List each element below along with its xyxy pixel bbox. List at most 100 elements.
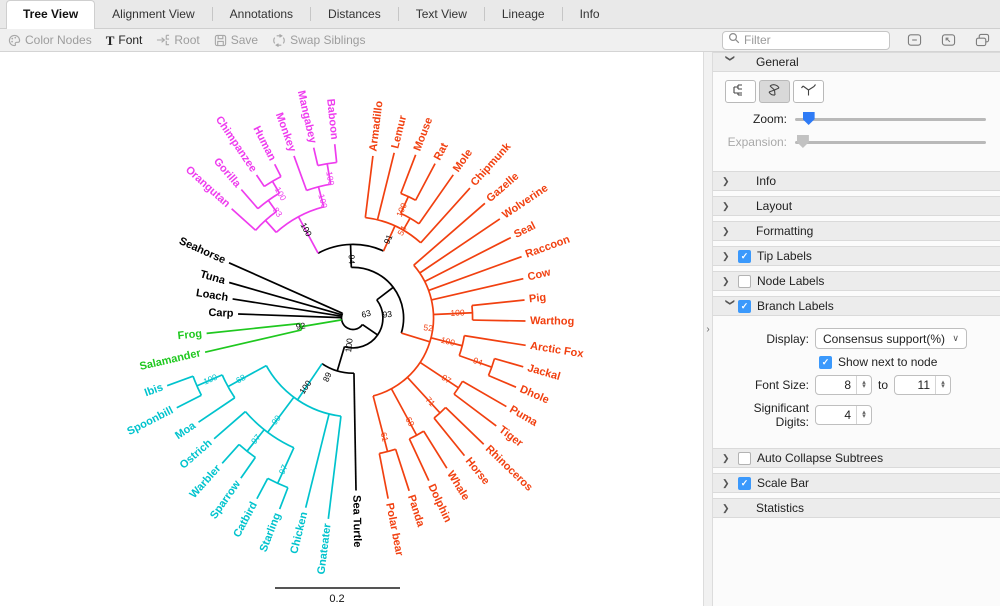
toolbar: Color Nodes T Font Root Save Swap Siblin… [0, 29, 1000, 52]
svg-text:63: 63 [360, 308, 372, 320]
step-down-icon[interactable]: ▾ [862, 383, 866, 390]
section-header-tip-labels[interactable]: ❯ ✓ Tip Labels [713, 246, 1000, 266]
svg-text:Sea Turtle: Sea Turtle [350, 495, 363, 548]
panel-collapse-handle[interactable]: › [703, 52, 713, 606]
auto-collapse-checkbox[interactable] [738, 451, 751, 465]
phylogenetic-tree[interactable]: Seahorse TunaLoach Carp Frog Salamander 92 Ibi… [0, 52, 703, 606]
svg-text:Seal: Seal [512, 220, 538, 241]
color-nodes-button[interactable]: Color Nodes [8, 33, 92, 47]
svg-text:Rat: Rat [432, 141, 451, 163]
font-size-max-spinner[interactable]: 11 ▴ ▾ [894, 375, 952, 395]
swap-siblings-button[interactable]: Swap Siblings [272, 33, 365, 47]
filter-box [722, 30, 890, 50]
show-next-to-node-checkbox[interactable]: ✓ [819, 355, 832, 369]
section-header-info[interactable]: ❯ Info [713, 171, 1000, 191]
tab-annotations[interactable]: Annotations [213, 0, 310, 28]
svg-text:92: 92 [295, 320, 306, 331]
scale-bar-checkbox[interactable]: ✓ [738, 476, 751, 490]
chevron-right-icon: ❯ [722, 200, 730, 211]
layout-rectangular-button[interactable] [725, 80, 756, 103]
svg-text:Chicken: Chicken [288, 510, 310, 555]
chevron-right-icon: ❯ [722, 250, 730, 261]
svg-text:Ibis: Ibis [143, 381, 165, 399]
svg-text:61: 61 [379, 431, 391, 443]
tab-lineage[interactable]: Lineage [485, 0, 562, 28]
section-header-general[interactable]: ❯ General [713, 52, 1000, 72]
popout-window-button[interactable] [938, 31, 958, 49]
svg-text:Mole: Mole [451, 147, 475, 174]
section-header-branch-labels[interactable]: ❯ ✓ Branch Labels [713, 296, 1000, 316]
step-down-icon[interactable]: ▾ [862, 413, 866, 420]
chevron-down-icon: ❯ [725, 298, 736, 306]
section-header-statistics[interactable]: ❯ Statistics [713, 498, 1000, 518]
zoom-slider[interactable] [795, 112, 986, 126]
settings-panel: ❯ General Zoom: Expansion: ❯ Info ❯ Layo… [713, 52, 1000, 606]
save-icon [214, 34, 227, 47]
stepper-buttons[interactable]: ▴ ▾ [935, 376, 950, 394]
zoom-slider-thumb[interactable] [802, 112, 815, 125]
node-labels-checkbox[interactable] [738, 274, 751, 288]
step-down-icon[interactable]: ▾ [941, 383, 945, 390]
svg-text:100: 100 [440, 335, 456, 348]
svg-text:52: 52 [423, 322, 434, 333]
duplicate-window-button[interactable] [972, 31, 992, 49]
svg-text:100: 100 [202, 372, 219, 387]
section-label: Statistics [756, 501, 805, 515]
layout-circular-button[interactable] [759, 80, 790, 103]
svg-text:Pig: Pig [528, 292, 546, 306]
layout-radial-button[interactable] [793, 80, 824, 103]
expansion-slider-thumb [796, 135, 809, 148]
svg-text:Armadillo: Armadillo [367, 100, 385, 152]
root-button[interactable]: Root [156, 33, 200, 47]
font-size-min-spinner[interactable]: 8 ▴ ▾ [815, 375, 872, 395]
svg-text:Monkey: Monkey [273, 111, 299, 154]
svg-text:Puma: Puma [507, 404, 540, 430]
save-label: Save [230, 33, 259, 47]
chevron-right-icon: ❯ [722, 275, 730, 286]
stepper-buttons[interactable]: ▴ ▾ [856, 376, 871, 394]
section-header-layout[interactable]: ❯ Layout [713, 196, 1000, 216]
tab-alignment-view[interactable]: Alignment View [95, 0, 212, 28]
section-label: Node Labels [757, 274, 825, 288]
tab-text-view[interactable]: Text View [399, 0, 484, 28]
palette-icon [8, 34, 21, 47]
svg-text:Tuna: Tuna [199, 268, 228, 287]
tip-labels-checkbox[interactable]: ✓ [738, 249, 751, 263]
svg-text:Moa: Moa [173, 419, 199, 442]
chevron-down-icon: ∨ [952, 333, 959, 343]
tab-distances[interactable]: Distances [311, 0, 398, 28]
to-label: to [878, 378, 889, 392]
search-icon [728, 31, 740, 49]
font-label: Font [118, 33, 143, 47]
svg-text:Gazelle: Gazelle [484, 170, 521, 204]
color-nodes-label: Color Nodes [25, 33, 92, 47]
save-button[interactable]: Save [214, 33, 258, 47]
display-dropdown[interactable]: Consensus support(%) ∨ [815, 328, 967, 349]
display-dropdown-value: Consensus support(%) [823, 331, 946, 346]
tab-tree-view[interactable]: Tree View [6, 0, 96, 29]
svg-text:Rhinoceros: Rhinoceros [483, 443, 535, 494]
section-header-scale-bar[interactable]: ❯ ✓ Scale Bar [713, 473, 1000, 493]
svg-text:100: 100 [450, 307, 465, 318]
branch-labels-checkbox[interactable]: ✓ [738, 299, 751, 313]
rectangular-tree-icon [732, 83, 749, 100]
section-header-auto-collapse[interactable]: ❯ Auto Collapse Subtrees [713, 448, 1000, 468]
show-next-to-node-label: Show next to node [838, 355, 938, 369]
svg-text:94: 94 [347, 254, 357, 264]
svg-text:91: 91 [382, 233, 395, 246]
section-header-formatting[interactable]: ❯ Formatting [713, 221, 1000, 241]
section-label: Tip Labels [757, 249, 812, 263]
svg-text:Warbler: Warbler [187, 462, 224, 501]
svg-text:Arctic Fox: Arctic Fox [529, 340, 585, 360]
section-label: Branch Labels [757, 299, 834, 313]
svg-text:Baboon: Baboon [324, 98, 340, 140]
chevron-right-icon: ❯ [722, 225, 730, 236]
font-button[interactable]: T Font [106, 33, 143, 47]
significant-digits-spinner[interactable]: 4 ▴ ▾ [815, 405, 872, 425]
section-label: Layout [756, 199, 793, 213]
tab-info[interactable]: Info [563, 0, 617, 28]
section-header-node-labels[interactable]: ❯ Node Labels [713, 271, 1000, 291]
collapse-panel-button[interactable] [904, 31, 924, 49]
filter-input[interactable] [744, 33, 874, 47]
stepper-buttons[interactable]: ▴ ▾ [856, 406, 871, 424]
